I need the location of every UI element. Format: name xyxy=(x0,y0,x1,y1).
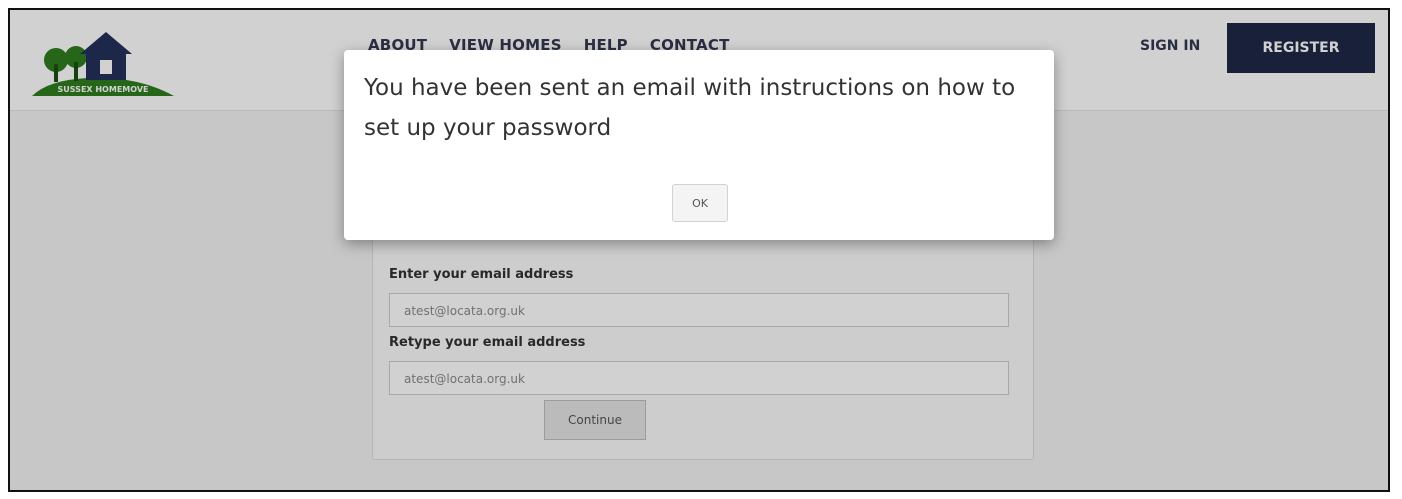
screenshot-frame: SUSSEX HOMEMOVE ABOUT VIEW HOMES HELP CO… xyxy=(8,8,1390,492)
dialog-message: You have been sent an email with instruc… xyxy=(364,75,1016,141)
ok-button[interactable]: OK xyxy=(672,184,728,222)
page: SUSSEX HOMEMOVE ABOUT VIEW HOMES HELP CO… xyxy=(10,10,1388,490)
confirmation-dialog: You have been sent an email with instruc… xyxy=(344,50,1054,240)
